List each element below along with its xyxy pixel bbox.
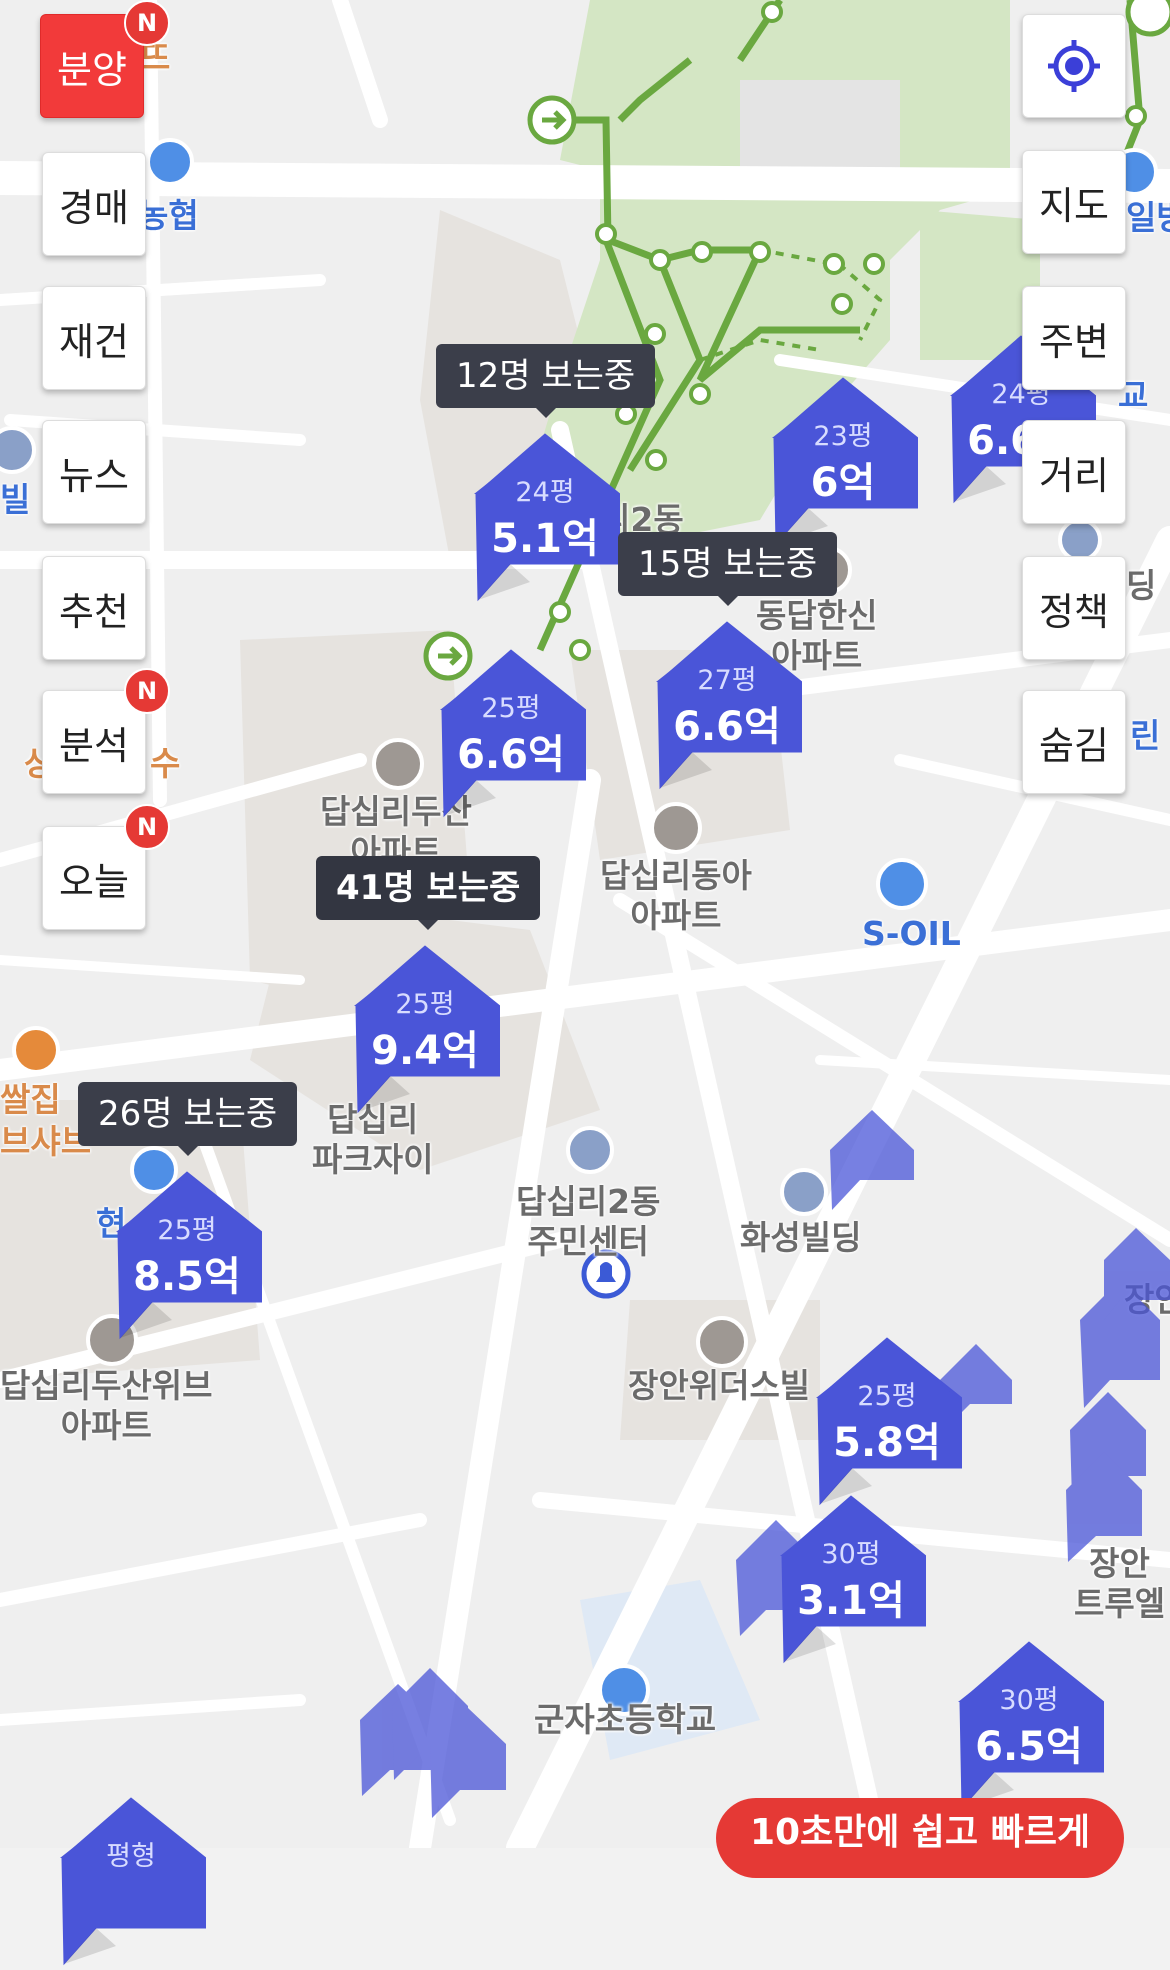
marker-price: 3.1억 [797,1578,905,1624]
new-badge: N [124,804,170,850]
marker-size: 25평 [395,989,455,1020]
marker-price: 6.6억 [673,704,781,750]
quick-start-button[interactable]: 10초만에 쉽고 빠르게 [716,1798,1124,1878]
marker-price: 5.1억 [491,516,599,562]
marker-size: 25평 [857,1381,917,1412]
price-marker[interactable]: 25평 5.8억 [812,1336,963,1506]
price-marker[interactable]: 30평 3.1억 [776,1494,927,1664]
marker-price: 6.5억 [975,1724,1083,1770]
new-badge: N [124,0,170,46]
nearby-button[interactable]: 주변 [1022,286,1126,390]
my-location-button[interactable] [1022,14,1126,118]
marker-size: 25평 [157,1215,217,1246]
marker-price: 6.6억 [457,732,565,778]
viewers-tooltip[interactable]: 26명 보는중 [78,1082,298,1156]
viewers-tooltip[interactable]: 12명 보는중 [436,344,656,418]
house-marker-icon [60,1797,207,1966]
policy-button[interactable]: 정책 [1022,556,1126,660]
marker-size: 평형 [106,1841,156,1872]
marker-price: 5.8억 [833,1420,941,1466]
marker-price: 6억 [810,460,876,506]
price-marker[interactable]: 평형 [56,1796,207,1966]
filter-auction-button[interactable]: 경매 [42,152,146,256]
price-marker[interactable]: 30평 6.5억 [954,1640,1105,1810]
marker-price: 9.4억 [371,1028,479,1074]
new-badge: N [124,668,170,714]
price-marker[interactable]: 27평 6.6억 [652,620,803,790]
filter-rebuild-button[interactable]: 재건 [42,286,146,390]
marker-size: 24평 [515,477,575,508]
price-marker[interactable]: 25평 8.5억 [112,1170,263,1340]
marker-price: 8.5억 [133,1254,241,1300]
price-marker[interactable]: 25평 9.4억 [350,944,501,1114]
map-type-button[interactable]: 지도 [1022,150,1126,254]
viewers-tooltip[interactable]: 15명 보는중 [618,532,838,606]
price-marker[interactable]: 23평 6억 [768,376,919,546]
filter-recommend-button[interactable]: 추천 [42,556,146,660]
marker-size: 25평 [481,693,541,724]
price-marker[interactable]: 24평 5.1억 [470,432,621,602]
distance-button[interactable]: 거리 [1022,420,1126,524]
marker-size: 30평 [821,1539,881,1570]
filter-news-button[interactable]: 뉴스 [42,420,146,524]
marker-size: 23평 [813,421,873,452]
hide-button[interactable]: 숨김 [1022,690,1126,794]
cluster-markers [360,1110,1170,1818]
viewers-tooltip[interactable]: 41명 보는중 [316,856,541,930]
crosshair-icon [1048,40,1100,92]
price-marker[interactable]: 25평 6.6억 [436,648,587,818]
marker-size: 27평 [697,665,757,696]
marker-size: 30평 [999,1685,1059,1716]
